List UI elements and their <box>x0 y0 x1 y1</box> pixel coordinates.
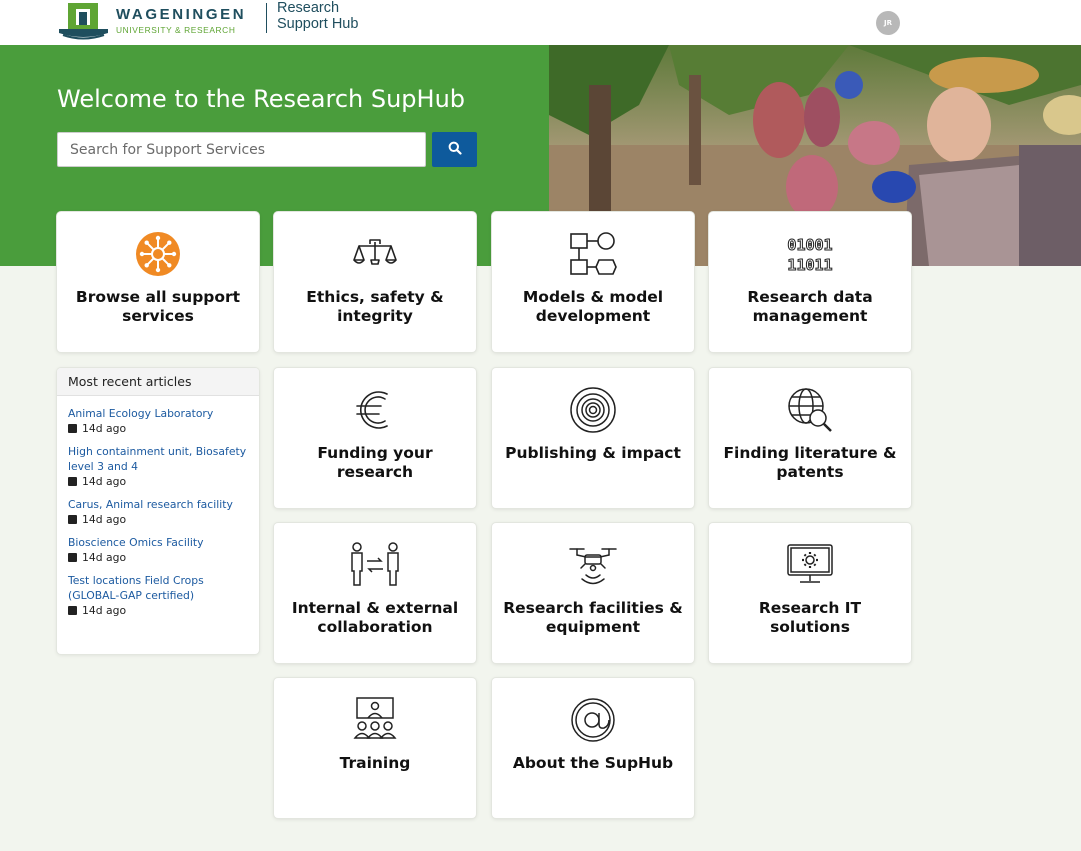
calendar-icon <box>68 424 77 433</box>
hero-title: Welcome to the Research SupHub <box>57 85 466 113</box>
tile-label: Funding your research <box>317 444 433 481</box>
list-item: Carus, Animal research facility 14d ago <box>68 497 248 527</box>
hub-title[interactable]: Research Support Hub <box>277 0 358 32</box>
tile-research-data-management[interactable]: 01001 11011 Research data management <box>709 212 911 352</box>
list-item: Animal Ecology Laboratory 14d ago <box>68 406 248 436</box>
tile-label: Research facilities & equipment <box>503 599 683 636</box>
at-sign-icon <box>492 696 694 744</box>
tile-training[interactable]: Training <box>274 678 476 818</box>
tile-label: Research IT solutions <box>758 599 862 636</box>
virus-asterisk-icon <box>57 230 259 278</box>
search-input[interactable] <box>57 132 426 167</box>
tile-label: Research data management <box>747 288 873 325</box>
wur-logo-mark-icon <box>57 2 110 40</box>
globe-search-icon <box>709 386 911 434</box>
binary-icon: 01001 11011 <box>709 230 911 278</box>
people-exchange-icon <box>274 541 476 589</box>
tile-ethics-safety-integrity[interactable]: Ethics, safety & integrity <box>274 212 476 352</box>
tile-browse-all-services[interactable]: Browse all support services <box>57 212 259 352</box>
tile-label: Publishing & impact <box>505 444 681 462</box>
recent-articles-list: Animal Ecology Laboratory 14d ago High c… <box>57 396 259 618</box>
recent-articles-heading: Most recent articles <box>57 368 259 396</box>
article-age: 14d ago <box>82 475 127 488</box>
svg-text:01001: 01001 <box>787 236 832 254</box>
tile-facilities-equipment[interactable]: Research facilities & equipment <box>492 523 694 663</box>
calendar-icon <box>68 553 77 562</box>
user-avatar[interactable]: JR <box>876 11 900 35</box>
tile-label: Training <box>339 754 411 772</box>
tile-collaboration[interactable]: Internal & external collaboration <box>274 523 476 663</box>
article-age: 14d ago <box>82 551 127 564</box>
tile-label: Finding literature & patents <box>723 444 897 481</box>
article-link[interactable]: Carus, Animal research facility <box>68 497 248 512</box>
article-age: 14d ago <box>82 422 127 435</box>
article-link[interactable]: Animal Ecology Laboratory <box>68 406 248 421</box>
article-age: 14d ago <box>82 513 127 526</box>
list-item: Bioscience Omics Facility 14d ago <box>68 535 248 565</box>
tile-label: Browse all support services <box>75 288 241 325</box>
search-icon <box>448 141 462 158</box>
hub-title-line2: Support Hub <box>277 16 359 32</box>
tile-finding-literature[interactable]: Finding literature & patents <box>709 368 911 508</box>
wur-logo[interactable]: WAGENINGEN UNIVERSITY & RESEARCH <box>57 2 246 40</box>
drone-icon <box>492 541 694 589</box>
article-link[interactable]: High containment unit, Biosafety level 3… <box>68 444 248 474</box>
article-age: 14d ago <box>82 604 127 617</box>
list-item: High containment unit, Biosafety level 3… <box>68 444 248 489</box>
calendar-icon <box>68 606 77 615</box>
tile-about-suphub[interactable]: About the SupHub <box>492 678 694 818</box>
tile-models-development[interactable]: Models & model development <box>492 212 694 352</box>
brand-subtitle: UNIVERSITY & RESEARCH <box>116 25 236 36</box>
hub-title-line1: Research <box>277 0 340 16</box>
article-link[interactable]: Bioscience Omics Facility <box>68 535 248 550</box>
classroom-icon <box>274 696 476 744</box>
tile-research-it[interactable]: Research IT solutions <box>709 523 911 663</box>
calendar-icon <box>68 477 77 486</box>
svg-text:11011: 11011 <box>787 256 832 274</box>
tile-label: Ethics, safety & integrity <box>306 288 444 325</box>
scales-icon <box>274 230 476 278</box>
tile-publishing-impact[interactable]: Publishing & impact <box>492 368 694 508</box>
brand-name: WAGENINGEN <box>116 6 247 24</box>
article-link[interactable]: Test locations Field Crops (GLOBAL-GAP c… <box>68 573 248 603</box>
target-icon <box>492 386 694 434</box>
flowchart-icon <box>492 230 694 278</box>
calendar-icon <box>68 515 77 524</box>
tile-label: Internal & external collaboration <box>291 599 459 636</box>
euro-icon <box>274 386 476 434</box>
tile-funding-research[interactable]: Funding your research <box>274 368 476 508</box>
tile-label: Models & model development <box>522 288 664 325</box>
search-button[interactable] <box>432 132 477 167</box>
list-item: Test locations Field Crops (GLOBAL-GAP c… <box>68 573 248 618</box>
recent-articles-panel: Most recent articles Animal Ecology Labo… <box>57 368 259 654</box>
top-bar: WAGENINGEN UNIVERSITY & RESEARCH Researc… <box>0 0 1081 45</box>
logo-divider <box>266 3 267 33</box>
tile-label: About the SupHub <box>512 754 674 772</box>
monitor-gear-icon <box>709 541 911 589</box>
